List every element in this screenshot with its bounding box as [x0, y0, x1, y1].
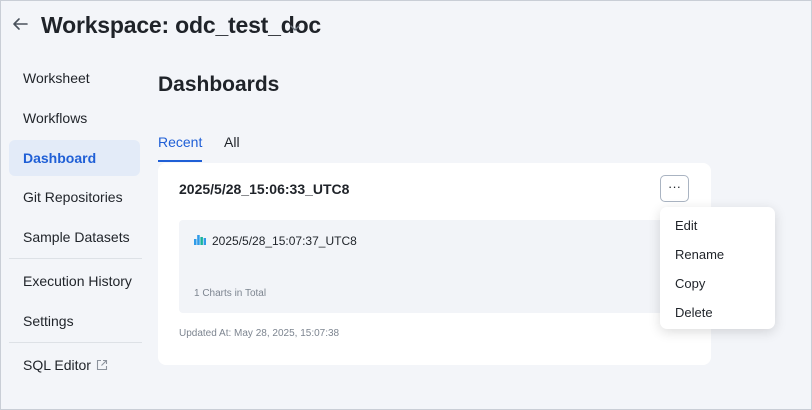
- header: Workspace: odc_test_doc: [1, 1, 811, 53]
- sidebar-divider: [9, 258, 142, 259]
- sidebar-item-dashboard[interactable]: Dashboard: [9, 140, 140, 176]
- workspace-title[interactable]: Workspace: odc_test_doc: [41, 12, 321, 39]
- chart-count: 1 Charts in Total: [194, 288, 267, 299]
- back-arrow-icon[interactable]: [11, 15, 29, 33]
- menu-item-delete[interactable]: Delete: [660, 298, 775, 327]
- updated-at-text: Updated At: May 28, 2025, 15:07:38: [179, 328, 340, 339]
- sidebar-item-git-repositories[interactable]: Git Repositories: [9, 179, 140, 215]
- chart-preview-panel[interactable]: 2025/5/28_15:07:37_UTC8 1 Charts in Tota…: [179, 220, 673, 313]
- bar-chart-icon: [194, 235, 206, 245]
- more-options-button[interactable]: ···: [660, 175, 689, 202]
- dashboard-card-title[interactable]: 2025/5/28_15:06:33_UTC8: [179, 181, 349, 197]
- tab-all[interactable]: All: [224, 134, 240, 162]
- sidebar-item-sql-editor[interactable]: SQL Editor: [9, 347, 140, 383]
- sidebar-divider: [9, 342, 142, 343]
- external-link-icon: [96, 359, 108, 371]
- sidebar-item-sample-datasets[interactable]: Sample Datasets: [9, 219, 140, 255]
- menu-item-copy[interactable]: Copy: [660, 269, 775, 298]
- chart-name[interactable]: 2025/5/28_15:07:37_UTC8: [212, 234, 357, 248]
- dashboard-card[interactable]: 2025/5/28_15:06:33_UTC8 ··· 2025/5/28_15…: [158, 163, 711, 365]
- dashboard-context-menu: Edit Rename Copy Delete: [660, 207, 775, 329]
- sidebar-item-label: SQL Editor: [23, 357, 91, 373]
- menu-item-rename[interactable]: Rename: [660, 240, 775, 269]
- chevron-down-icon[interactable]: [289, 23, 301, 33]
- page-title: Dashboards: [158, 73, 280, 96]
- menu-item-edit[interactable]: Edit: [660, 211, 775, 240]
- sidebar-item-workflows[interactable]: Workflows: [9, 100, 140, 136]
- tab-recent[interactable]: Recent: [158, 134, 203, 162]
- sidebar-item-settings[interactable]: Settings: [9, 303, 140, 339]
- sidebar-item-execution-history[interactable]: Execution History: [9, 263, 140, 299]
- sidebar-item-worksheet[interactable]: Worksheet: [9, 60, 140, 96]
